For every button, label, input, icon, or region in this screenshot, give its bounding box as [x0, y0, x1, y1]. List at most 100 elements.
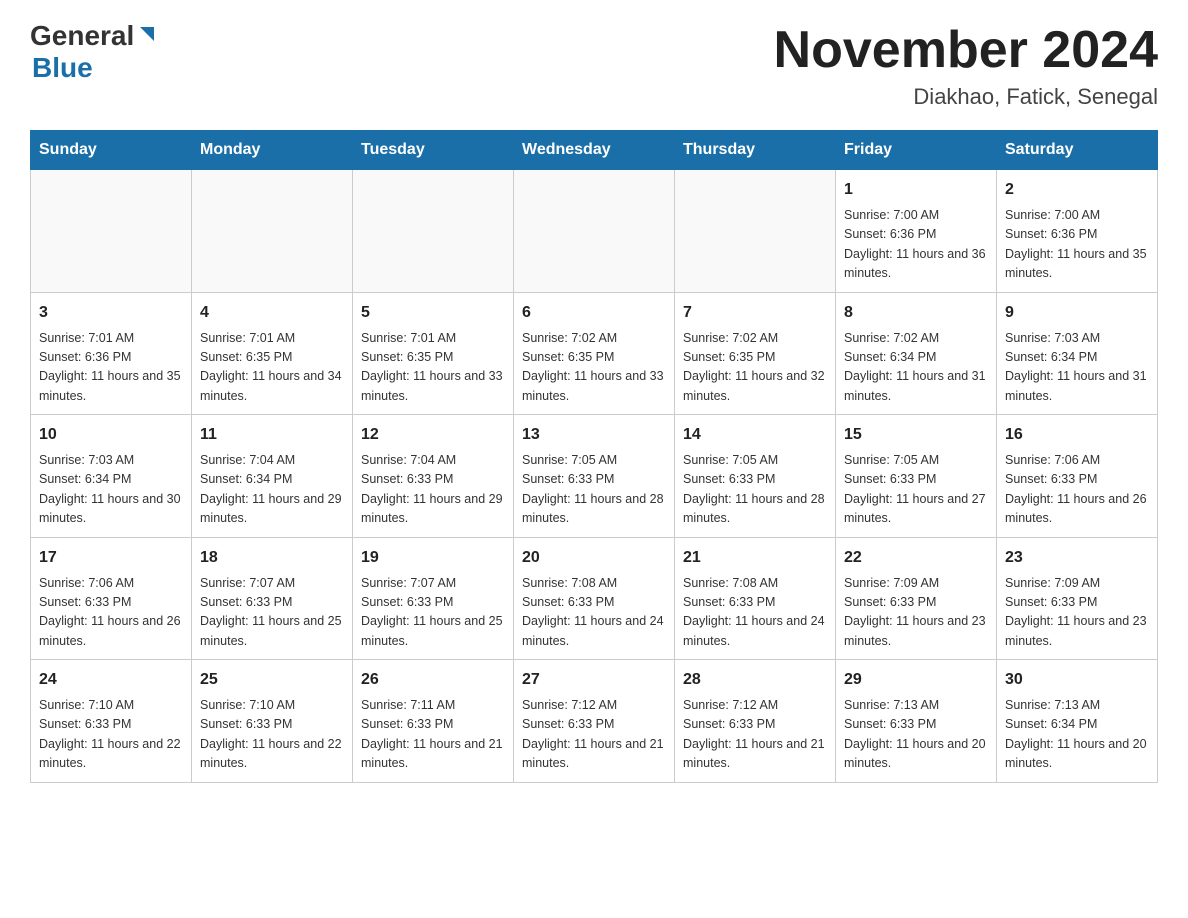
table-row: 6 Sunrise: 7:02 AM Sunset: 6:35 PM Daylig…: [514, 292, 675, 415]
col-thursday: Thursday: [675, 131, 836, 170]
day-number: 21: [683, 546, 827, 570]
table-row: 23 Sunrise: 7:09 AM Sunset: 6:33 PM Dayli…: [997, 537, 1158, 660]
day-info: Sunrise: 7:05 AM Sunset: 6:33 PM Dayligh…: [522, 451, 666, 529]
day-info: Sunrise: 7:08 AM Sunset: 6:33 PM Dayligh…: [683, 574, 827, 652]
day-info: Sunrise: 7:12 AM Sunset: 6:33 PM Dayligh…: [683, 696, 827, 774]
table-row: 10Sunrise: 7:03 AM Sunset: 6:34 PM Dayli…: [31, 415, 192, 538]
day-info: Sunrise: 7:02 AM Sunset: 6:35 PM Dayligh…: [522, 329, 666, 407]
day-number: 23: [1005, 546, 1149, 570]
day-number: 14: [683, 423, 827, 447]
day-info: Sunrise: 7:02 AM Sunset: 6:35 PM Dayligh…: [683, 329, 827, 407]
day-number: 13: [522, 423, 666, 447]
table-row: 15Sunrise: 7:05 AM Sunset: 6:33 PM Dayli…: [836, 415, 997, 538]
col-tuesday: Tuesday: [353, 131, 514, 170]
table-row: 18 Sunrise: 7:07 AM Sunset: 6:33 PM Dayli…: [192, 537, 353, 660]
calendar-week-row: 1 Sunrise: 7:00 AM Sunset: 6:36 PM Daylig…: [31, 170, 1158, 293]
day-number: 26: [361, 668, 505, 692]
calendar-week-row: 3 Sunrise: 7:01 AM Sunset: 6:36 PM Daylig…: [31, 292, 1158, 415]
day-number: 7: [683, 301, 827, 325]
day-number: 20: [522, 546, 666, 570]
day-number: 22: [844, 546, 988, 570]
day-number: 29: [844, 668, 988, 692]
title-block: November 2024 Diakhao, Fatick, Senegal: [774, 20, 1158, 110]
calendar-week-row: 10Sunrise: 7:03 AM Sunset: 6:34 PM Dayli…: [31, 415, 1158, 538]
table-row: 26 Sunrise: 7:11 AM Sunset: 6:33 PM Dayli…: [353, 660, 514, 783]
day-info: Sunrise: 7:10 AM Sunset: 6:33 PM Dayligh…: [39, 696, 183, 774]
calendar-table: Sunday Monday Tuesday Wednesday Thursday…: [30, 130, 1158, 783]
day-info: Sunrise: 7:00 AM Sunset: 6:36 PM Dayligh…: [1005, 206, 1149, 284]
table-row: 4Sunrise: 7:01 AM Sunset: 6:35 PM Daylig…: [192, 292, 353, 415]
table-row: [192, 170, 353, 293]
table-row: 11 Sunrise: 7:04 AM Sunset: 6:34 PM Dayli…: [192, 415, 353, 538]
day-number: 6: [522, 301, 666, 325]
table-row: 13 Sunrise: 7:05 AM Sunset: 6:33 PM Dayli…: [514, 415, 675, 538]
col-friday: Friday: [836, 131, 997, 170]
calendar-title: November 2024: [774, 20, 1158, 80]
logo-top: General: [30, 20, 158, 52]
day-info: Sunrise: 7:05 AM Sunset: 6:33 PM Dayligh…: [683, 451, 827, 529]
logo: General Blue: [30, 20, 158, 84]
calendar-week-row: 24 Sunrise: 7:10 AM Sunset: 6:33 PM Dayli…: [31, 660, 1158, 783]
table-row: 29 Sunrise: 7:13 AM Sunset: 6:33 PM Dayli…: [836, 660, 997, 783]
day-number: 16: [1005, 423, 1149, 447]
table-row: 28 Sunrise: 7:12 AM Sunset: 6:33 PM Dayli…: [675, 660, 836, 783]
day-info: Sunrise: 7:03 AM Sunset: 6:34 PM Dayligh…: [1005, 329, 1149, 407]
day-number: 9: [1005, 301, 1149, 325]
day-number: 19: [361, 546, 505, 570]
table-row: 30 Sunrise: 7:13 AM Sunset: 6:34 PM Dayli…: [997, 660, 1158, 783]
table-row: 9 Sunrise: 7:03 AM Sunset: 6:34 PM Daylig…: [997, 292, 1158, 415]
col-monday: Monday: [192, 131, 353, 170]
day-number: 17: [39, 546, 183, 570]
day-info: Sunrise: 7:10 AM Sunset: 6:33 PM Dayligh…: [200, 696, 344, 774]
table-row: 14 Sunrise: 7:05 AM Sunset: 6:33 PM Dayli…: [675, 415, 836, 538]
table-row: 7 Sunrise: 7:02 AM Sunset: 6:35 PM Daylig…: [675, 292, 836, 415]
day-info: Sunrise: 7:02 AM Sunset: 6:34 PM Dayligh…: [844, 329, 988, 407]
table-row: 8 Sunrise: 7:02 AM Sunset: 6:34 PM Daylig…: [836, 292, 997, 415]
calendar-header-row: Sunday Monday Tuesday Wednesday Thursday…: [31, 131, 1158, 170]
day-number: 28: [683, 668, 827, 692]
logo-general: General: [30, 20, 134, 52]
logo-blue: Blue: [32, 52, 93, 84]
day-info: Sunrise: 7:01 AM Sunset: 6:36 PM Dayligh…: [39, 329, 183, 407]
day-number: 12: [361, 423, 505, 447]
table-row: 20 Sunrise: 7:08 AM Sunset: 6:33 PM Dayli…: [514, 537, 675, 660]
table-row: 19 Sunrise: 7:07 AM Sunset: 6:33 PM Dayli…: [353, 537, 514, 660]
table-row: 21 Sunrise: 7:08 AM Sunset: 6:33 PM Dayli…: [675, 537, 836, 660]
day-info: Sunrise: 7:13 AM Sunset: 6:34 PM Dayligh…: [1005, 696, 1149, 774]
day-info: Sunrise: 7:00 AM Sunset: 6:36 PM Dayligh…: [844, 206, 988, 284]
day-info: Sunrise: 7:08 AM Sunset: 6:33 PM Dayligh…: [522, 574, 666, 652]
day-number: 10: [39, 423, 183, 447]
col-saturday: Saturday: [997, 131, 1158, 170]
table-row: 5Sunrise: 7:01 AM Sunset: 6:35 PM Daylig…: [353, 292, 514, 415]
calendar-location: Diakhao, Fatick, Senegal: [774, 84, 1158, 110]
table-row: [675, 170, 836, 293]
day-info: Sunrise: 7:07 AM Sunset: 6:33 PM Dayligh…: [361, 574, 505, 652]
day-number: 3: [39, 301, 183, 325]
day-number: 18: [200, 546, 344, 570]
table-row: 22Sunrise: 7:09 AM Sunset: 6:33 PM Dayli…: [836, 537, 997, 660]
table-row: [514, 170, 675, 293]
day-info: Sunrise: 7:04 AM Sunset: 6:34 PM Dayligh…: [200, 451, 344, 529]
day-info: Sunrise: 7:07 AM Sunset: 6:33 PM Dayligh…: [200, 574, 344, 652]
table-row: 24 Sunrise: 7:10 AM Sunset: 6:33 PM Dayli…: [31, 660, 192, 783]
col-sunday: Sunday: [31, 131, 192, 170]
table-row: 17 Sunrise: 7:06 AM Sunset: 6:33 PM Dayli…: [31, 537, 192, 660]
day-info: Sunrise: 7:06 AM Sunset: 6:33 PM Dayligh…: [39, 574, 183, 652]
table-row: 1 Sunrise: 7:00 AM Sunset: 6:36 PM Daylig…: [836, 170, 997, 293]
day-number: 8: [844, 301, 988, 325]
page-header: General Blue November 2024 Diakhao, Fati…: [30, 20, 1158, 110]
calendar-week-row: 17 Sunrise: 7:06 AM Sunset: 6:33 PM Dayli…: [31, 537, 1158, 660]
day-number: 1: [844, 178, 988, 202]
col-wednesday: Wednesday: [514, 131, 675, 170]
day-info: Sunrise: 7:09 AM Sunset: 6:33 PM Dayligh…: [1005, 574, 1149, 652]
day-info: Sunrise: 7:11 AM Sunset: 6:33 PM Dayligh…: [361, 696, 505, 774]
day-number: 30: [1005, 668, 1149, 692]
table-row: 16Sunrise: 7:06 AM Sunset: 6:33 PM Dayli…: [997, 415, 1158, 538]
logo-triangle-icon: [136, 23, 158, 45]
day-info: Sunrise: 7:12 AM Sunset: 6:33 PM Dayligh…: [522, 696, 666, 774]
day-number: 24: [39, 668, 183, 692]
table-row: 2Sunrise: 7:00 AM Sunset: 6:36 PM Daylig…: [997, 170, 1158, 293]
day-info: Sunrise: 7:13 AM Sunset: 6:33 PM Dayligh…: [844, 696, 988, 774]
logo: General Blue: [30, 20, 158, 84]
day-number: 11: [200, 423, 344, 447]
